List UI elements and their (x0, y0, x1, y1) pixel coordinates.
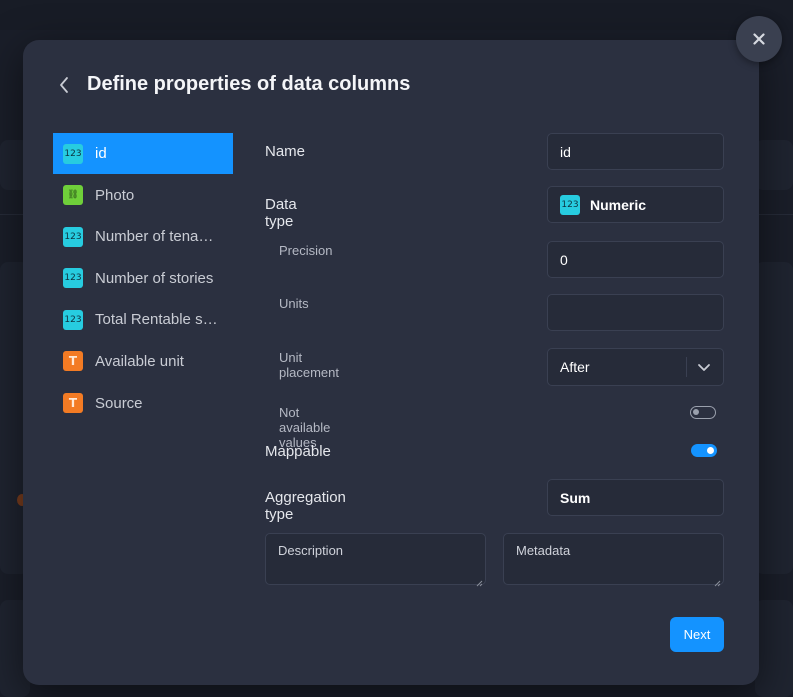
unit-placement-label: Unit placement (279, 350, 339, 380)
units-input[interactable] (547, 294, 724, 331)
column-item[interactable]: 123 Number of stories (53, 258, 233, 299)
column-item-label: Number of stories (95, 269, 214, 287)
column-item[interactable]: 123 Total Rentable s… (53, 299, 233, 340)
metadata-placeholder: Metadata (516, 543, 571, 558)
column-item[interactable]: T Available unit (53, 341, 233, 382)
dialog-title: Define properties of data columns (87, 73, 411, 95)
chevron-down-icon[interactable] (697, 360, 711, 374)
data-type-select[interactable]: 123 Numeric (547, 186, 724, 223)
column-item-label: id (95, 145, 107, 162)
text-type-icon: T (63, 351, 83, 372)
precision-input[interactable]: 0 (547, 241, 724, 278)
unit-placement-select[interactable]: After (547, 348, 724, 386)
dialog-header: Define properties of data columns (59, 73, 410, 96)
numeric-type-icon: 123 (63, 268, 83, 289)
column-item-label: Total Rentable s… (95, 311, 218, 329)
description-textarea[interactable]: Description (265, 533, 486, 587)
aggregation-type-label: Aggregation type (265, 489, 346, 523)
close-icon (753, 33, 765, 45)
name-label: Name (265, 143, 306, 160)
precision-label: Precision (279, 243, 333, 258)
name-input[interactable]: id (547, 133, 724, 170)
mappable-toggle[interactable] (691, 444, 717, 457)
aggregation-type-select[interactable]: Sum (547, 479, 724, 516)
name-value: id (560, 143, 571, 160)
description-placeholder: Description (278, 543, 344, 558)
background-card-right (755, 262, 793, 574)
column-item-label: Photo (95, 186, 135, 204)
next-button[interactable]: Next (670, 617, 724, 652)
toggle-knob (707, 447, 714, 454)
link-type-icon: ⛓ (63, 185, 83, 206)
background-toolbar-right (755, 140, 793, 190)
column-item[interactable]: 123 id (53, 133, 233, 174)
mappable-label: Mappable (265, 443, 331, 460)
data-type-value: Numeric (590, 196, 647, 213)
column-item-label: Available unit (95, 352, 184, 370)
background-card-bottom-right (755, 600, 793, 697)
toggle-knob (693, 409, 699, 415)
select-separator (686, 357, 687, 377)
numeric-type-icon: 123 (560, 194, 580, 215)
resize-grip-icon[interactable] (714, 575, 721, 587)
text-type-icon: T (63, 393, 83, 414)
numeric-type-icon: 123 (63, 309, 83, 330)
column-item[interactable]: 123 Number of tena… (53, 216, 233, 257)
resize-grip-icon[interactable] (476, 575, 483, 587)
numeric-type-icon: 123 (63, 143, 83, 164)
not-available-toggle[interactable] (690, 406, 716, 419)
column-list: 123 id ⛓ Photo 123 Number of tena… 123 Number o… (53, 133, 233, 424)
back-chevron-icon[interactable] (59, 75, 75, 95)
aggregation-type-value: Sum (560, 489, 591, 506)
close-dialog-button[interactable] (736, 16, 782, 62)
column-item[interactable]: T Source (53, 383, 233, 424)
numeric-type-icon: 123 (63, 226, 83, 247)
define-columns-dialog: Define properties of data columns 123 id ⛓… (23, 40, 759, 685)
column-item-label: Number of tena… (95, 228, 214, 246)
column-item-label: Source (95, 394, 143, 412)
column-item[interactable]: ⛓ Photo (53, 175, 233, 216)
metadata-textarea[interactable]: Metadata (503, 533, 724, 587)
data-type-label: Data type (265, 196, 297, 230)
units-label: Units (279, 296, 309, 311)
background-topbar (0, 0, 793, 30)
unit-placement-value: After (560, 359, 590, 375)
precision-value: 0 (560, 251, 568, 268)
